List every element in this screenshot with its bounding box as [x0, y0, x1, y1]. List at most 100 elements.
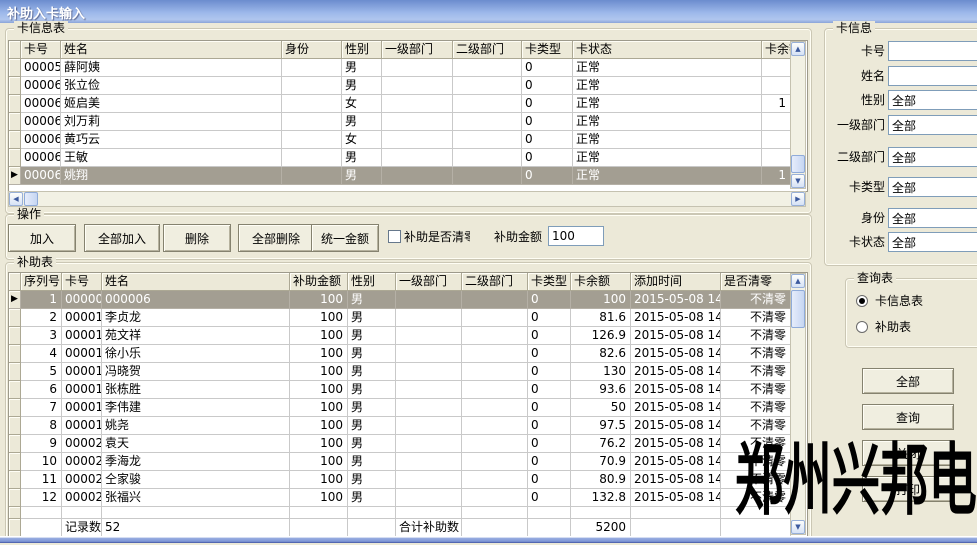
cell: 0	[528, 417, 571, 435]
column-header: 二级部门	[462, 273, 528, 291]
dept1-filter-input[interactable]	[888, 115, 977, 135]
gender-filter-input[interactable]	[888, 90, 977, 110]
identity-filter-input[interactable]	[888, 208, 977, 228]
cell: 000023	[62, 489, 102, 507]
table-row[interactable]: 000061张立俭男0正常	[9, 77, 791, 95]
row-selector[interactable]	[9, 399, 21, 417]
table-row[interactable]: 000059薛阿姨男0正常	[9, 59, 791, 77]
column-header: 姓名	[102, 273, 290, 291]
table-row[interactable]: 12000023张福兴100男0132.82015-05-08 14:12:不清…	[9, 489, 791, 507]
delete-button[interactable]: 删除	[163, 224, 231, 252]
cell: 000013	[62, 327, 102, 345]
row-selector[interactable]	[9, 327, 21, 345]
cell: 100	[290, 309, 348, 327]
add-all-button[interactable]: 全部加入	[84, 224, 160, 252]
query-group-label: 查询表	[854, 271, 896, 286]
row-selector[interactable]	[9, 363, 21, 381]
table-row[interactable]: ▶1000006000006100男01002015-05-08 14:12:不…	[9, 291, 791, 309]
table-row[interactable]: 000063姬启美女0正常1	[9, 95, 791, 113]
cell: 100	[290, 345, 348, 363]
scroll-down-icon[interactable]: ▼	[791, 174, 805, 188]
table-header-row: 序列号卡号姓名补助金额性别一级部门二级部门卡类型卡余额添加时间是否清零	[9, 273, 791, 291]
cell	[396, 471, 462, 489]
card-type-filter-input[interactable]	[888, 177, 977, 197]
row-selector[interactable]	[9, 471, 21, 489]
table-row[interactable]: 11000022仝家骏100男080.92015-05-08 14:12:不清零	[9, 471, 791, 489]
cell: 男	[348, 453, 396, 471]
cell: 10	[21, 453, 62, 471]
cell	[396, 345, 462, 363]
cell	[282, 167, 342, 185]
delete-all-button[interactable]: 全部删除	[238, 224, 314, 252]
table-row[interactable]: 8000019姚尧100男097.52015-05-08 14:12:不清零	[9, 417, 791, 435]
name-filter-input[interactable]	[888, 66, 977, 86]
current-row-indicator[interactable]: ▶	[9, 291, 21, 309]
card-info-table-radio[interactable]	[856, 295, 868, 307]
row-selector[interactable]	[9, 273, 21, 291]
row-selector[interactable]	[9, 453, 21, 471]
cell: 0	[522, 131, 573, 149]
row-selector[interactable]	[9, 149, 21, 167]
row-selector[interactable]	[9, 77, 21, 95]
cell	[382, 113, 453, 131]
row-selector[interactable]	[9, 345, 21, 363]
row-selector[interactable]	[9, 435, 21, 453]
subsidy-table-vscroll-thumb[interactable]	[791, 290, 805, 328]
search-button[interactable]: 查询	[862, 404, 954, 430]
card-table-vscrollbar[interactable]: ▲ ▼	[790, 41, 806, 189]
cell	[382, 77, 453, 95]
scroll-up-icon[interactable]: ▲	[791, 274, 805, 288]
table-row[interactable]: 10000021季海龙100男070.92015-05-08 14:12:不清零	[9, 453, 791, 471]
card-info-table: 卡号姓名身份性别一级部门二级部门卡类型卡状态卡余额000059薛阿姨男0正常00…	[8, 40, 808, 192]
uniform-amount-button[interactable]: 统一金额	[311, 224, 379, 252]
row-selector[interactable]	[9, 41, 21, 59]
cell: 2015-05-08 14:12:	[631, 291, 721, 309]
cell: 82.6	[571, 345, 631, 363]
table-row[interactable]: 5000016冯晓贺100男01302015-05-08 14:12:不清零	[9, 363, 791, 381]
cell	[282, 77, 342, 95]
card-table-hscrollbar[interactable]: ◀ ▶	[8, 191, 806, 207]
table-row[interactable]: 9000020袁天100男076.22015-05-08 14:12:不清零	[9, 435, 791, 453]
table-row[interactable]: 6000017张栋胜100男093.62015-05-08 14:12:不清零	[9, 381, 791, 399]
row-selector[interactable]	[9, 95, 21, 113]
row-selector[interactable]	[9, 59, 21, 77]
table-row[interactable]: 000064刘万莉男0正常	[9, 113, 791, 131]
current-row-indicator[interactable]: ▶	[9, 167, 21, 185]
operations-group-label: 操作	[14, 207, 44, 222]
row-selector[interactable]	[9, 519, 21, 537]
add-button[interactable]: 加入	[8, 224, 76, 252]
table-row[interactable]: 000066王敏男0正常	[9, 149, 791, 167]
table-row[interactable]: 2000012李贞龙100男081.62015-05-08 14:12:不清零	[9, 309, 791, 327]
cell: 0	[528, 327, 571, 345]
row-selector[interactable]	[9, 507, 21, 519]
all-button[interactable]: 全部	[862, 368, 954, 394]
table-row[interactable]: 3000013苑文祥100男0126.92015-05-08 14:12:不清零	[9, 327, 791, 345]
clear-subsidy-checkbox[interactable]	[388, 230, 401, 243]
table-row[interactable]: 000065黄巧云女0正常	[9, 131, 791, 149]
row-selector[interactable]	[9, 309, 21, 327]
cell: 11	[21, 471, 62, 489]
dept2-filter-input[interactable]	[888, 147, 977, 167]
table-row[interactable]: 4000015徐小乐100男082.62015-05-08 14:12:不清零	[9, 345, 791, 363]
card-status-filter-input[interactable]	[888, 232, 977, 252]
cell	[396, 417, 462, 435]
scroll-left-icon[interactable]: ◀	[9, 192, 23, 206]
table-row[interactable]: ▶000067姚翔男0正常1	[9, 167, 791, 185]
cell: 97.5	[571, 417, 631, 435]
row-selector[interactable]	[9, 489, 21, 507]
row-selector[interactable]	[9, 131, 21, 149]
row-selector[interactable]	[9, 417, 21, 435]
subsidy-table-radio[interactable]	[856, 321, 868, 333]
scroll-right-icon[interactable]: ▶	[791, 192, 805, 206]
row-selector[interactable]	[9, 113, 21, 131]
cell: 2015-05-08 14:12:	[631, 363, 721, 381]
card-no-filter-input[interactable]	[888, 41, 977, 61]
card-table-hscroll-thumb[interactable]	[24, 192, 38, 206]
table-row[interactable]: 7000018李伟建100男0502015-05-08 14:12:不清零	[9, 399, 791, 417]
clear-subsidy-label: 补助是否清零	[404, 229, 470, 245]
subsidy-amount-input[interactable]	[548, 226, 604, 246]
card-table-vscroll-thumb[interactable]	[791, 155, 805, 173]
row-selector[interactable]	[9, 381, 21, 399]
scroll-up-icon[interactable]: ▲	[791, 42, 805, 56]
cell: 81.6	[571, 309, 631, 327]
